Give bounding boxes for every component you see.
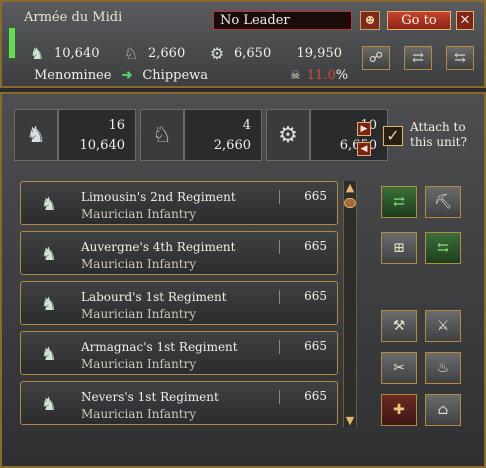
infantry-icon: ♞ [40, 243, 58, 265]
swap-units-button[interactable]: ⇄ [381, 186, 417, 218]
skull-icon: ☠ [290, 68, 301, 82]
burn-button[interactable]: ♨ [425, 352, 461, 384]
infantry-icon: ♞ [29, 43, 45, 63]
route-info: Menominee ➜ Chippewa [34, 66, 284, 84]
infantry-icon: ♞ [40, 193, 58, 215]
list-item[interactable]: ♞ Armagnac's 1st Regiment Maurician Infa… [20, 331, 338, 375]
regiment-name: Nevers's 1st Regiment [81, 390, 219, 404]
go-to-button[interactable]: Go to [387, 11, 451, 30]
divider [279, 290, 280, 304]
regiment-count: 665 [304, 189, 327, 203]
regiment-type: Maurician Infantry [81, 307, 197, 321]
divider [279, 390, 280, 404]
disband-button[interactable]: ⛏ [425, 186, 461, 218]
forage-button[interactable]: ✂ [381, 352, 417, 384]
army-name: Armée du Midi [24, 10, 123, 25]
merge-button[interactable]: ⇆ [425, 232, 461, 264]
scroll-up-icon[interactable]: ▲ [343, 181, 357, 195]
army-header: Armée du Midi No Leader ☻ Go to ✕ ♞ 10,6… [0, 0, 486, 88]
summary-infantry-values: 16 10,640 [58, 109, 136, 161]
list-item[interactable]: ♞ Labourd's 1st Regiment Maurician Infan… [20, 281, 338, 325]
army-window: Armée du Midi No Leader ☻ Go to ✕ ♞ 10,6… [0, 0, 486, 468]
build-button[interactable]: ⚒ [381, 310, 417, 342]
regiment-name: Auvergne's 4th Regiment [81, 240, 236, 254]
regiment-type: Maurician Infantry [81, 207, 197, 221]
header-infantry-stat: ♞ 10,640 [26, 42, 100, 64]
close-button[interactable]: ✕ [456, 11, 474, 30]
header-artillery-count: 6,650 [234, 45, 272, 61]
attach-checkbox[interactable]: ✓ [383, 126, 403, 146]
summary-cavalry-values: 4 2,660 [184, 109, 262, 161]
summary-cavalry-men: 2,660 [213, 138, 251, 153]
next-arrow-icon[interactable]: ▶ [357, 122, 371, 136]
morale-bar [8, 27, 16, 59]
cavalry-icon: ♘ [140, 109, 184, 161]
regiment-list: ♞ Limousin's 2nd Regiment Maurician Infa… [20, 181, 340, 453]
regiment-name: Labourd's 1st Regiment [81, 290, 227, 304]
artillery-icon: ⚙ [209, 43, 225, 63]
summary-infantry-regiments: 16 [108, 118, 125, 133]
route-from: Menominee [34, 67, 112, 83]
consolidate-button[interactable]: ⊞ [381, 232, 417, 264]
attach-label: Attach to this unit? [410, 120, 467, 149]
regiment-count: 665 [304, 289, 327, 303]
divider [279, 240, 280, 254]
regiment-type: Maurician Infantry [81, 407, 197, 421]
header-cavalry-stat: ♘ 2,660 [120, 42, 185, 64]
regiment-name: Limousin's 2nd Regiment [81, 190, 236, 204]
list-item[interactable]: ♞ Limousin's 2nd Regiment Maurician Infa… [20, 181, 338, 225]
header-cavalry-count: 2,660 [148, 45, 186, 61]
header-total-count: 19,950 [296, 45, 343, 61]
artillery-icon: ⚙ [266, 109, 310, 161]
regiment-count: 665 [304, 239, 327, 253]
list-item[interactable]: ♞ Nevers's 1st Regiment Maurician Infant… [20, 381, 338, 425]
summary-artillery-values: 10 6,650 [310, 109, 388, 161]
regiment-type: Maurician Infantry [81, 357, 197, 371]
regiment-type: Maurician Infantry [81, 257, 197, 271]
regiment-count: 665 [304, 389, 327, 403]
cavalry-icon: ♘ [123, 43, 139, 63]
header-artillery-stat: ⚙ 6,650 [206, 42, 271, 64]
infantry-icon: ♞ [14, 109, 58, 161]
divider [279, 190, 280, 204]
list-scrollbar[interactable] [343, 181, 357, 427]
garrison-button[interactable]: ⌂ [425, 394, 461, 426]
scroll-thumb[interactable] [344, 198, 356, 208]
scroll-down-icon[interactable]: ▼ [343, 414, 357, 428]
detach-button[interactable]: ⇆ [446, 46, 474, 70]
prev-arrow-icon[interactable]: ◀ [357, 142, 371, 156]
reorganize-button[interactable]: ⇄ [404, 46, 432, 70]
route-to: Chippewa [142, 67, 209, 83]
leader-field[interactable]: No Leader [213, 11, 352, 30]
summary-cavalry-regiments: 4 [242, 118, 251, 133]
regiment-name: Armagnac's 1st Regiment [81, 340, 238, 354]
header-infantry-count: 10,640 [54, 45, 100, 61]
attrition-info: ☠ 11.0% [290, 66, 370, 84]
resupply-button[interactable]: ✚ [381, 394, 417, 426]
infantry-icon: ♞ [40, 293, 58, 315]
header-total-stat: 19,950 [284, 42, 350, 64]
attrition-suffix: % [335, 67, 349, 83]
summary-infantry-men: 10,640 [79, 138, 126, 153]
upgrade-button[interactable]: ⚔ [425, 310, 461, 342]
divider [279, 340, 280, 354]
portrait-icon[interactable]: ☻ [360, 11, 380, 30]
attrition-value: 11.0 [306, 67, 336, 83]
regiment-count: 665 [304, 339, 327, 353]
infantry-icon: ♞ [40, 393, 58, 415]
infantry-icon: ♞ [40, 343, 58, 365]
list-item[interactable]: ♞ Auvergne's 4th Regiment Maurician Infa… [20, 231, 338, 275]
units-summary: ♞ 16 10,640 ♘ 4 2,660 ⚙ 10 6,650 [14, 109, 388, 161]
route-arrow-icon: ➜ [121, 67, 133, 83]
